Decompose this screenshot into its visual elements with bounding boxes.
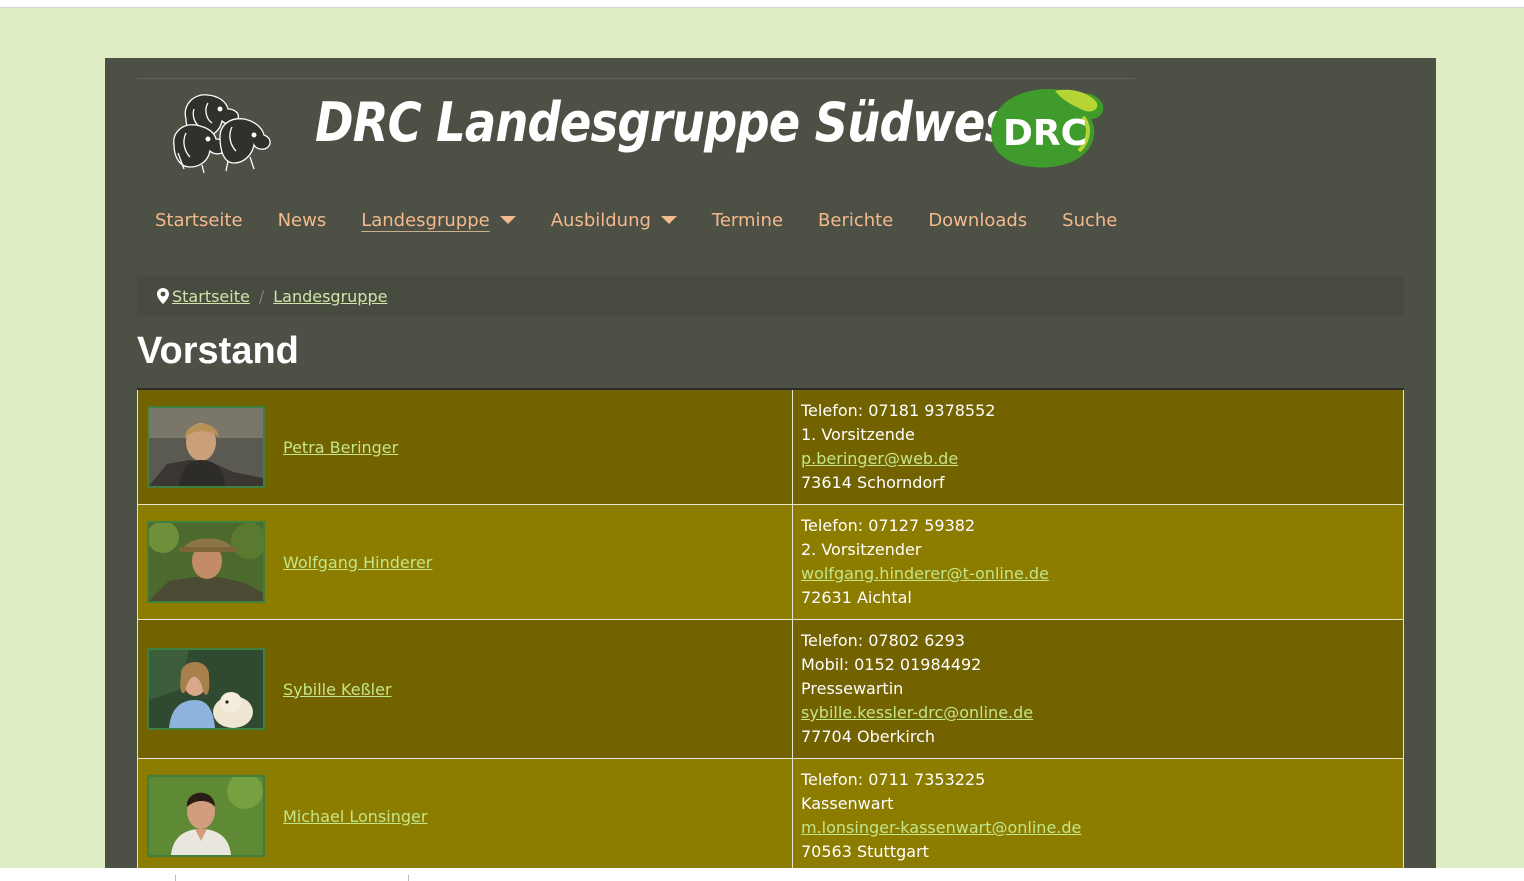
nav-berichte[interactable]: Berichte xyxy=(818,210,893,231)
nav-ausbildung-label: Ausbildung xyxy=(550,210,651,231)
nav-downloads-label: Downloads xyxy=(928,210,1028,231)
member-name-link[interactable]: Michael Lonsinger xyxy=(283,807,427,826)
member-info-cell: Telefon: 0711 7353225 Kassenwart m.lonsi… xyxy=(792,758,1404,874)
chevron-down-icon xyxy=(660,215,677,224)
table-row: Sybille Keßler Telefon: 07802 6293 Mobil… xyxy=(137,619,1404,759)
member-photo[interactable] xyxy=(147,648,265,730)
member-city: 70563 Stuttgart xyxy=(801,842,929,861)
member-photo-cell: Sybille Keßler xyxy=(137,619,793,759)
table-row: Petra Beringer Telefon: 07181 9378552 1.… xyxy=(137,388,1404,505)
divider xyxy=(175,875,176,881)
page-container: DRC Landesgruppe Südwest DRC Startseite … xyxy=(105,58,1436,881)
breadcrumb: Startseite / Landesgruppe xyxy=(137,276,1404,316)
member-phone: Telefon: 0711 7353225 xyxy=(801,770,986,789)
chevron-down-icon xyxy=(499,215,516,224)
member-info-cell: Telefon: 07802 6293 Mobil: 0152 01984492… xyxy=(792,619,1404,759)
member-phone: Telefon: 07181 9378552 xyxy=(801,401,996,420)
site-header: DRC Landesgruppe Südwest DRC xyxy=(137,78,1135,184)
browser-bottom-strip xyxy=(0,868,1524,881)
nav-ausbildung[interactable]: Ausbildung xyxy=(551,210,677,231)
breadcrumb-separator: / xyxy=(258,286,265,306)
member-phone: Telefon: 07127 59382 xyxy=(801,516,976,535)
member-photo[interactable] xyxy=(147,521,265,603)
nav-berichte-label: Berichte xyxy=(818,210,894,231)
nav-startseite-label: Startseite xyxy=(155,210,243,231)
member-name-link[interactable]: Sybille Keßler xyxy=(283,680,392,699)
breadcrumb-landesgruppe[interactable]: Landesgruppe xyxy=(273,287,387,306)
member-mobile: Mobil: 0152 01984492 xyxy=(801,655,982,674)
divider xyxy=(408,875,409,881)
member-role: Pressewartin xyxy=(801,679,904,698)
breadcrumb-startseite[interactable]: Startseite xyxy=(172,287,250,306)
drc-logo: DRC xyxy=(991,89,1104,168)
nav-landesgruppe[interactable]: Landesgruppe xyxy=(361,210,516,231)
nav-downloads[interactable]: Downloads xyxy=(928,210,1027,231)
member-info-cell: Telefon: 07181 9378552 1. Vorsitzende p.… xyxy=(792,388,1404,505)
nav-news[interactable]: News xyxy=(278,210,327,231)
nav-termine[interactable]: Termine xyxy=(712,210,783,231)
member-photo-cell: Michael Lonsinger xyxy=(137,758,793,874)
table-row: Wolfgang Hinderer Telefon: 07127 59382 2… xyxy=(137,504,1404,620)
member-name-link[interactable]: Wolfgang Hinderer xyxy=(283,553,432,572)
member-city: 72631 Aichtal xyxy=(801,588,912,607)
vorstand-table: Petra Beringer Telefon: 07181 9378552 1.… xyxy=(137,388,1404,874)
member-role: 1. Vorsitzende xyxy=(801,425,915,444)
member-email-link[interactable]: p.beringer@web.de xyxy=(801,447,1395,471)
table-row: Michael Lonsinger Telefon: 0711 7353225 … xyxy=(137,758,1404,874)
member-role: 2. Vorsitzender xyxy=(801,540,922,559)
member-email-link[interactable]: sybille.kessler-drc@online.de xyxy=(801,701,1395,725)
map-pin-icon xyxy=(157,288,169,304)
member-photo[interactable] xyxy=(147,406,265,488)
nav-suche[interactable]: Suche xyxy=(1062,210,1117,231)
member-photo-cell: Wolfgang Hinderer xyxy=(137,504,793,620)
member-role: Kassenwart xyxy=(801,794,894,813)
nav-news-label: News xyxy=(277,210,327,231)
drc-logo-text: DRC xyxy=(1003,113,1087,154)
site-title: DRC Landesgruppe Südwest xyxy=(315,91,1034,154)
member-email-link[interactable]: m.lonsinger-kassenwart@online.de xyxy=(801,816,1395,840)
main-nav: Startseite News Landesgruppe Ausbildung … xyxy=(155,210,1152,231)
nav-startseite[interactable]: Startseite xyxy=(155,210,243,231)
retriever-dogs-logo xyxy=(173,94,271,174)
page-title: Vorstand xyxy=(137,330,299,372)
nav-landesgruppe-label: Landesgruppe xyxy=(361,210,490,231)
nav-termine-label: Termine xyxy=(711,210,784,231)
member-photo-cell: Petra Beringer xyxy=(137,388,793,505)
member-info-cell: Telefon: 07127 59382 2. Vorsitzender wol… xyxy=(792,504,1404,620)
member-city: 73614 Schorndorf xyxy=(801,473,945,492)
nav-suche-label: Suche xyxy=(1062,210,1118,231)
member-photo[interactable] xyxy=(147,775,265,857)
member-city: 77704 Oberkirch xyxy=(801,727,936,746)
member-email-link[interactable]: wolfgang.hinderer@t-online.de xyxy=(801,562,1395,586)
member-phone: Telefon: 07802 6293 xyxy=(801,631,965,650)
member-name-link[interactable]: Petra Beringer xyxy=(283,438,398,457)
browser-top-strip xyxy=(0,0,1524,8)
